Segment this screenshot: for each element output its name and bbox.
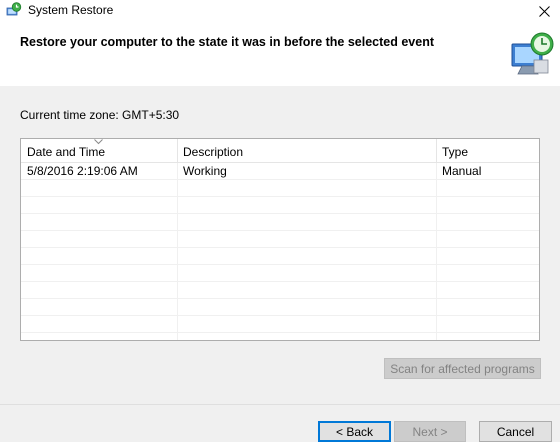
timezone-label: Current time zone: GMT+5:30 [20,108,180,122]
close-button[interactable] [528,0,560,22]
empty-row [21,231,539,248]
empty-row [21,299,539,316]
empty-row [21,214,539,231]
scan-affected-programs-button[interactable]: Scan for affected programs [384,358,541,379]
empty-row [21,248,539,265]
table-row[interactable]: 5/8/2016 2:19:06 AM Working Manual [21,163,539,180]
dialog-content: Current time zone: GMT+5:30 Date and Tim… [0,86,560,404]
column-header-type[interactable]: Type [436,139,537,163]
back-button[interactable]: < Back [318,421,391,442]
list-rows: 5/8/2016 2:19:06 AM Working Manual [21,163,539,340]
column-header-description[interactable]: Description [177,139,436,163]
next-button[interactable]: Next > [394,421,466,442]
empty-row [21,180,539,197]
column-header-date[interactable]: Date and Time [21,139,176,163]
empty-row [21,316,539,333]
empty-row [21,333,539,340]
cancel-button[interactable]: Cancel [479,421,552,442]
empty-row [21,282,539,299]
system-restore-graphic [511,32,554,75]
row-date: 5/8/2016 2:19:06 AM [27,164,138,178]
system-restore-icon [6,2,22,16]
restore-point-list[interactable]: Date and Time Description Type 5/8/2016 … [20,138,540,341]
list-header: Date and Time Description Type [21,139,539,163]
window-title: System Restore [28,3,114,17]
close-icon [538,5,550,17]
title-bar: System Restore [0,0,560,22]
row-description: Working [183,164,227,178]
dialog-footer: < Back Next > Cancel [0,404,560,442]
empty-row [21,265,539,282]
row-type: Manual [442,164,482,178]
page-title: Restore your computer to the state it wa… [20,35,434,49]
dialog-header: Restore your computer to the state it wa… [0,22,560,86]
empty-row [21,197,539,214]
